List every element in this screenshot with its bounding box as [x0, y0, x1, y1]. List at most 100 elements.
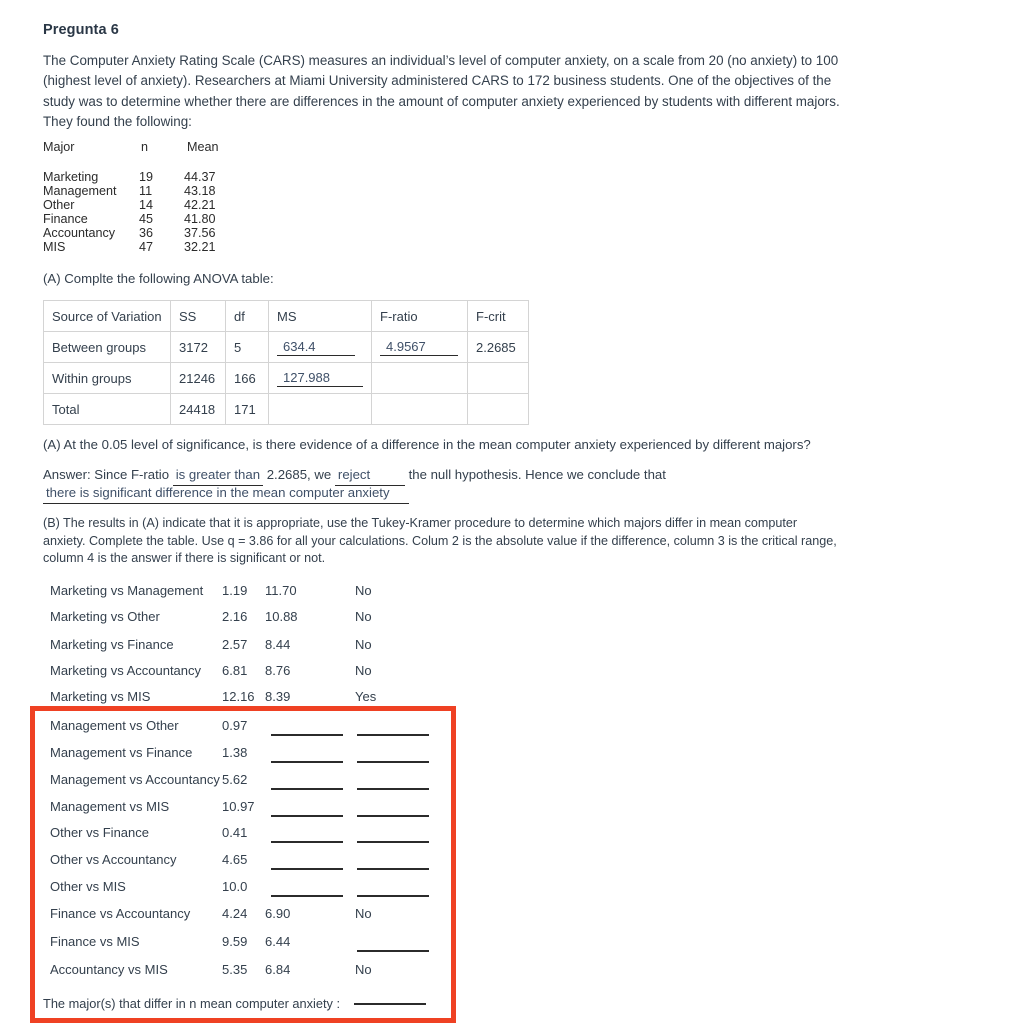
question-page: Pregunta 6 The Computer Anxiety Rating S… [0, 0, 1014, 1034]
comparison-significant-blank[interactable] [357, 788, 429, 790]
comparison-critical-range: 8.44 [265, 637, 291, 652]
major-mean: 41.80 [184, 212, 216, 226]
comparison-critical-range-blank[interactable] [271, 734, 343, 736]
comparison-difference: 2.16 [222, 609, 248, 624]
comparison-pair: Marketing vs Management [50, 583, 204, 598]
anova-fratio-input-between[interactable]: 4.9567 [380, 339, 458, 356]
anova-header-fcrit: F-crit [467, 300, 529, 332]
comparison-significant: No [355, 663, 372, 678]
comparison-difference: 10.97 [222, 799, 255, 814]
part-b-prompt: (B) The results in (A) indicate that it … [43, 516, 837, 566]
comparison-difference: 5.62 [222, 772, 248, 787]
answer-blank-conclusion[interactable]: there is significant difference in the m… [43, 485, 409, 504]
anova-fcrit-value: 2.2685 [467, 331, 529, 363]
comparison-difference: 6.81 [222, 663, 248, 678]
comparison-critical-range-blank[interactable] [271, 841, 343, 843]
comparison-critical-range: 6.84 [265, 962, 291, 977]
final-answer-blank[interactable] [353, 1003, 426, 1005]
comparison-difference: 0.41 [222, 825, 248, 840]
comparison-pair: Marketing vs MIS [50, 689, 151, 704]
comparison-difference: 1.19 [222, 583, 248, 598]
comparison-difference: 12.16 [222, 689, 255, 704]
anova-source-label: Within groups [43, 362, 171, 394]
comparison-critical-range-blank[interactable] [271, 761, 343, 763]
major-mean: 43.18 [184, 184, 216, 198]
anova-header-ms: MS [268, 300, 372, 332]
comparison-pair: Management vs Other [50, 718, 179, 733]
comparison-significant-blank[interactable] [357, 761, 429, 763]
comparison-difference: 1.38 [222, 745, 248, 760]
answer-blank-decision[interactable]: reject [334, 467, 405, 486]
anova-df-value: 5 [225, 331, 269, 363]
major-n: 14 [139, 198, 154, 212]
answer-mid: 2.2685, we [266, 467, 332, 482]
comparison-significant-blank[interactable] [357, 895, 429, 897]
anova-df-value: 171 [225, 393, 269, 425]
anova-ms-empty[interactable] [268, 393, 372, 425]
comparison-critical-range: 8.76 [265, 663, 291, 678]
comparison-pair: Marketing vs Other [50, 609, 160, 624]
part-a-answer-line: Answer: Since F-ratio is greater than 2.… [43, 467, 666, 486]
anova-header-fratio: F-ratio [371, 300, 468, 332]
comparison-significant-blank[interactable] [357, 734, 429, 736]
comparison-significant: No [355, 637, 372, 652]
answer-suffix: the null hypothesis. Hence we conclude t… [408, 467, 666, 482]
comparison-significant-blank[interactable] [357, 841, 429, 843]
comparison-significant-blank[interactable] [357, 950, 429, 952]
comparison-significant: Yes [355, 689, 377, 704]
comparison-difference: 5.35 [222, 962, 248, 977]
comparison-critical-range: 8.39 [265, 689, 291, 704]
major-name: Management [43, 184, 117, 198]
anova-source-label: Total [43, 393, 171, 425]
major-mean: 32.21 [184, 240, 216, 254]
comparison-critical-range: 11.70 [265, 583, 297, 598]
comparison-significant: No [355, 583, 372, 598]
major-header-n: n [141, 140, 149, 154]
part-a-question: (A) At the 0.05 level of significance, i… [43, 437, 811, 452]
major-name: Marketing [43, 170, 99, 184]
comparison-significant-blank[interactable] [357, 815, 429, 817]
anova-fcrit-empty[interactable] [467, 393, 529, 425]
comparison-critical-range: 6.44 [265, 934, 291, 949]
comparison-significant-blank[interactable] [357, 868, 429, 870]
comparison-critical-range-blank[interactable] [271, 895, 343, 897]
final-answer-prompt: The major(s) that differ in n mean compu… [43, 996, 426, 1011]
comparison-pair: Management vs Accountancy [50, 772, 220, 787]
anova-header-source: Source of Variation [43, 300, 171, 332]
major-n: 45 [139, 212, 154, 226]
comparison-significant: No [355, 962, 372, 977]
answer-blank-comparison[interactable]: is greater than [172, 467, 264, 486]
comparison-critical-range-blank[interactable] [271, 815, 343, 817]
comparison-pair: Other vs Finance [50, 825, 149, 840]
comparison-pair: Other vs Accountancy [50, 852, 177, 867]
major-header-mean: Mean [187, 140, 219, 154]
major-name: Other [43, 198, 75, 212]
comparison-pair: Accountancy vs MIS [50, 962, 168, 977]
anova-ss-value: 24418 [170, 393, 226, 425]
major-name: Accountancy [43, 226, 116, 240]
comparison-significant: No [355, 609, 372, 624]
major-name: Finance [43, 212, 88, 226]
anova-header-df: df [225, 300, 269, 332]
comparison-critical-range-blank[interactable] [271, 868, 343, 870]
major-mean: 42.21 [184, 198, 216, 212]
comparison-pair: Marketing vs Accountancy [50, 663, 202, 678]
anova-ss-value: 21246 [170, 362, 226, 394]
anova-row-within-groups: Within groups 21246 166 127.988 [43, 362, 529, 394]
comparison-significant: No [355, 906, 372, 921]
comparison-pair: Management vs MIS [50, 799, 170, 814]
anova-header-row: Source of Variation SS df MS F-ratio F-c… [43, 300, 529, 332]
major-name: MIS [43, 240, 66, 254]
comparison-pair: Management vs Finance [50, 745, 193, 760]
part-a-prompt: (A) Complte the following ANOVA table: [43, 271, 274, 286]
anova-ms-input-within[interactable]: 127.988 [277, 370, 363, 387]
major-n: 19 [139, 170, 154, 184]
comparison-difference: 2.57 [222, 637, 248, 652]
comparison-pair: Other vs MIS [50, 879, 126, 894]
anova-fcrit-empty[interactable] [467, 362, 529, 394]
major-header-major: Major [43, 140, 75, 154]
anova-fratio-empty[interactable] [371, 362, 468, 394]
anova-fratio-empty[interactable] [371, 393, 468, 425]
anova-ms-input-between[interactable]: 634.4 [277, 339, 355, 356]
comparison-critical-range-blank[interactable] [271, 788, 343, 790]
